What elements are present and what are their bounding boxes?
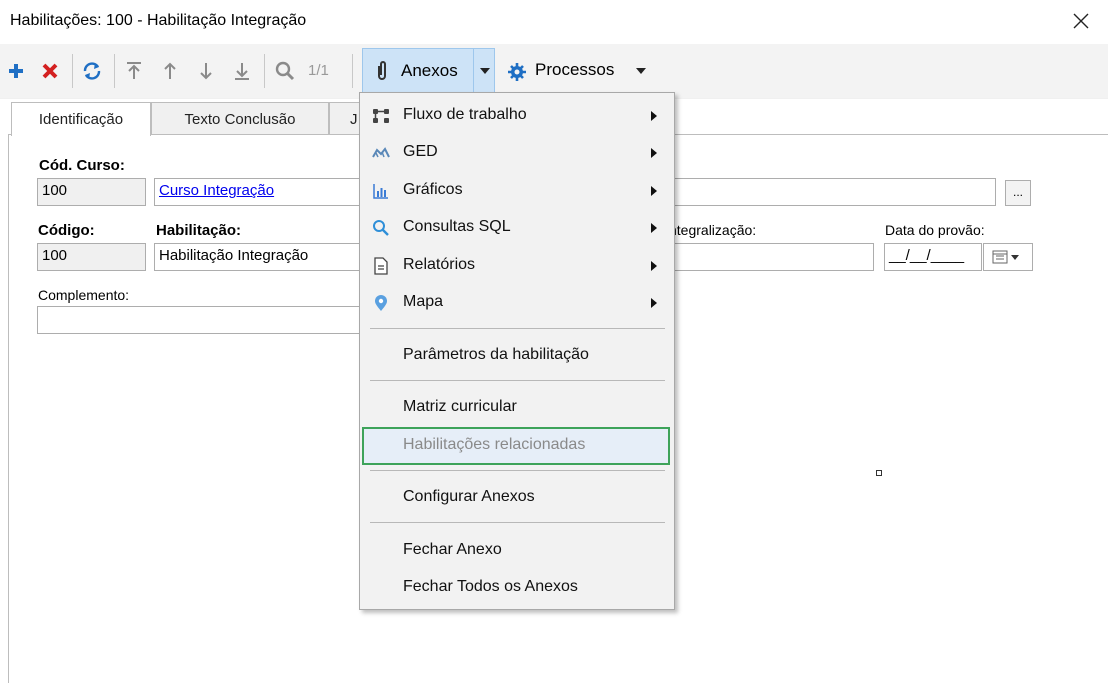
menu-item-fechar-todos-os-anexos[interactable]: Fechar Todos os Anexos [360,570,674,606]
curso-lookup-button[interactable]: ... [1005,180,1031,206]
refresh-icon [83,62,101,80]
codigo-field[interactable]: 100 [37,243,146,271]
tab-identificacao[interactable]: Identificação [11,102,151,136]
menu-item-label: Matriz curricular [403,398,517,415]
menu-separator [370,522,665,523]
menu-item-label: Fechar Todos os Anexos [403,578,578,595]
menu-item-consultas-sql[interactable]: Consultas SQL [360,210,674,246]
data-provao-label: Data do provão: [885,222,985,238]
close-button[interactable] [1066,6,1096,36]
search-button[interactable] [272,44,298,98]
complemento-field[interactable] [37,306,367,334]
map-pin-icon [375,295,387,311]
data-provao-field[interactable]: __/__/____ [884,243,982,271]
menu-item-label: GED [403,143,438,160]
processos-dropdown-toggle[interactable] [636,48,650,94]
curso-link[interactable]: Curso Integração [159,182,274,199]
caret-down-icon [480,68,490,74]
close-icon [1073,13,1089,29]
refresh-button[interactable] [80,44,104,98]
menu-item-mapa[interactable]: Mapa [360,285,674,321]
report-icon [374,257,388,275]
menu-item-configurar-anexos[interactable]: Configurar Anexos [360,480,674,516]
anexos-menu: Fluxo de trabalho GED Gráficos Consultas… [359,92,675,610]
arrow-up-icon [164,62,176,79]
arrow-last-icon [235,63,249,80]
tab-partial[interactable]: J [329,102,363,135]
menu-item-label: Configurar Anexos [403,488,535,505]
chevron-right-icon [651,148,657,158]
add-button[interactable] [4,44,28,98]
menu-item-label: Fechar Anexo [403,541,502,558]
menu-item-ged[interactable]: GED [360,135,674,171]
cod-curso-field[interactable]: 100 [37,178,146,206]
anexos-button[interactable]: Anexos [362,48,495,94]
resize-dot [876,470,882,476]
search-icon [275,61,295,81]
record-pager: 1/1 [308,62,329,79]
arrow-down-icon [200,63,212,80]
menu-item-label: Gráficos [403,181,463,198]
menu-item-matriz-curricular[interactable]: Matriz curricular [360,390,674,426]
codigo-label: Código: [38,222,95,239]
menu-separator [370,328,665,329]
chevron-right-icon [651,298,657,308]
title-bar: Habilitações: 100 - Habilitação Integraç… [0,0,1108,44]
integralizacao-label: ntegralização: [669,222,757,238]
gear-icon [508,63,526,81]
menu-item-label: Relatórios [403,256,476,273]
complemento-label: Complemento: [38,287,130,303]
delete-icon [42,63,58,79]
menu-item-label: Habilitações relacionadas [403,436,586,453]
arrow-first-icon [127,62,141,79]
window-title: Habilitações: 100 - Habilitação Integraç… [10,12,307,29]
menu-item-fluxo-de-trabalho[interactable]: Fluxo de trabalho [360,98,674,134]
tab-texto-conclusao[interactable]: Texto Conclusão [151,102,329,135]
menu-item-fechar-anexo[interactable]: Fechar Anexo [360,533,674,569]
menu-item-parametros-da-habilitacao[interactable]: Parâmetros da habilitação [360,338,674,374]
calendar-icon [992,250,1019,264]
delete-button[interactable] [38,44,62,98]
habilitacao-label: Habilitação: [156,222,242,239]
next-record-button[interactable] [194,44,218,98]
chart-icon [373,184,388,199]
previous-record-button[interactable] [158,44,182,98]
anexos-dropdown-toggle[interactable] [476,49,494,93]
chevron-right-icon [651,111,657,121]
menu-item-label: Parâmetros da habilitação [403,346,589,363]
chevron-right-icon [651,261,657,271]
first-record-button[interactable] [122,44,146,98]
plus-icon [9,64,23,78]
chevron-right-icon [651,186,657,196]
menu-item-label: Consultas SQL [403,218,511,235]
menu-item-label: Mapa [403,293,444,310]
toolbar: 1/1 Anexos Processos [0,44,1108,99]
chevron-right-icon [651,223,657,233]
menu-item-relatorios[interactable]: Relatórios [360,248,674,284]
menu-item-graficos[interactable]: Gráficos [360,173,674,209]
workflow-icon [373,109,389,123]
menu-separator [370,380,665,381]
menu-separator [370,470,665,471]
caret-down-icon [636,68,646,74]
processos-button[interactable]: Processos [500,48,660,94]
paperclip-icon [378,61,386,80]
cod-curso-label: Cód. Curso: [39,157,125,174]
menu-item-habilitacoes-relacionadas[interactable]: Habilitações relacionadas [362,427,670,465]
ged-icon [372,147,390,158]
search-icon [373,220,389,236]
calendar-button[interactable] [983,243,1033,271]
anexos-label: Anexos [401,61,458,80]
menu-item-label: Fluxo de trabalho [403,106,527,123]
last-record-button[interactable] [230,44,254,98]
processos-label: Processos [535,60,615,79]
